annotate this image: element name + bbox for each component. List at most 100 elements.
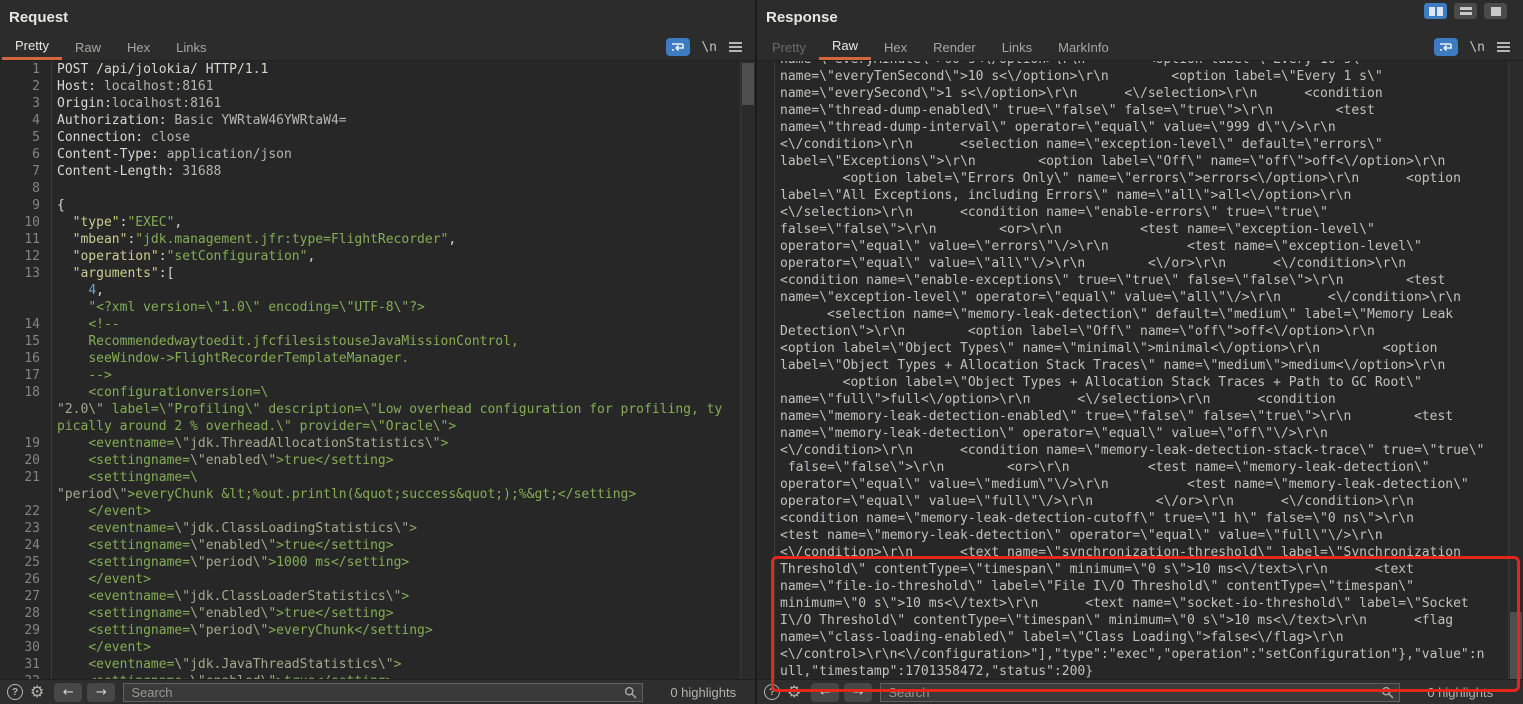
code-line: 26 </event>: [0, 571, 741, 588]
code-line: pically around 2 % overhead.\" provider=…: [0, 418, 741, 435]
code-line: 16 seeWindow->FlightRecorderTemplateMana…: [0, 350, 741, 367]
code-line: Threshold\" contentType=\"timespan\" min…: [757, 561, 1509, 578]
split-horizontal-icon: [1460, 7, 1472, 15]
code-line: name=\"everyMinute\">60 s<\/option>\r\n …: [757, 61, 1509, 68]
tab-pretty[interactable]: Pretty: [2, 34, 62, 60]
code-line: 15 Recommendedwaytoedit.jfcfilesistouseJ…: [0, 333, 741, 350]
code-line: 29 <settingname=\"period\">everyChunk</s…: [0, 622, 741, 639]
code-line: 19 <eventname=\"jdk.ThreadAllocationStat…: [0, 435, 741, 452]
newline-toggle[interactable]: \n: [1469, 40, 1485, 55]
code-line: 24 <settingname=\"enabled\">true</settin…: [0, 537, 741, 554]
menu-icon[interactable]: [1496, 41, 1511, 53]
response-scrollbar[interactable]: [1508, 61, 1523, 679]
code-line: 4Authorization: Basic YWRtaW46YWRtaW4=: [0, 112, 741, 129]
request-scrollbar[interactable]: [740, 61, 755, 679]
tab-render[interactable]: Render: [920, 34, 989, 60]
previous-match-button[interactable]: ←: [54, 683, 82, 702]
code-line: 4,: [0, 282, 741, 299]
code-line: <option label=\"Object Types\" name=\"mi…: [757, 340, 1509, 357]
code-line: 28 <settingname=\"enabled\">true</settin…: [0, 605, 741, 622]
code-line: name=\"file-io-threshold\" label=\"File …: [757, 578, 1509, 595]
code-line: 21 <settingname=\: [0, 469, 741, 486]
code-line: ull,"timestamp":1701358472,"status":200}: [757, 663, 1509, 679]
search-icon: [624, 686, 637, 699]
code-line: name=\"class-loading-enabled\" label=\"C…: [757, 629, 1509, 646]
response-search-bar: ? ⚙ ← → 0 highlights: [757, 679, 1523, 704]
request-title: Request: [9, 9, 68, 26]
newline-toggle[interactable]: \n: [701, 40, 717, 55]
search-field-wrap: [123, 683, 643, 702]
previous-match-button[interactable]: ←: [811, 683, 839, 702]
code-line: operator=\"equal\" value=\"errors\"\/>\r…: [757, 238, 1509, 255]
next-match-button[interactable]: →: [87, 683, 115, 702]
code-line: 27 <eventname=\"jdk.ClassLoaderStatistic…: [0, 588, 741, 605]
help-icon[interactable]: ?: [7, 684, 23, 700]
code-line: <\/condition>\r\n <selection name=\"exce…: [757, 136, 1509, 153]
code-line: 20 <settingname=\"enabled\">true</settin…: [0, 452, 741, 469]
tab-raw[interactable]: Raw: [819, 34, 871, 60]
code-line: 25 <settingname=\"period\">1000 ms</sett…: [0, 554, 741, 571]
highlights-count: 0 highlights: [1427, 685, 1493, 700]
highlights-count: 0 highlights: [670, 685, 736, 700]
menu-icon[interactable]: [728, 41, 743, 53]
code-line: 9{: [0, 197, 741, 214]
help-icon[interactable]: ?: [764, 684, 780, 700]
code-line: 1POST /api/jolokia/ HTTP/1.1: [0, 61, 741, 78]
request-tabbar: PrettyRawHexLinks \n: [0, 34, 755, 61]
code-line: 23 <eventname=\"jdk.ClassLoadingStatisti…: [0, 520, 741, 537]
code-line: 3Origin:localhost:8161: [0, 95, 741, 112]
wrap-lines-icon: [671, 41, 685, 53]
request-header: Request: [0, 0, 755, 34]
code-line: false=\"false\">\r\n <or>\r\n <test name…: [757, 459, 1509, 476]
wrap-lines-button[interactable]: [666, 38, 690, 56]
tab-links[interactable]: Links: [989, 34, 1045, 60]
code-line: name=\"thread-dump-interval\" operator=\…: [757, 119, 1509, 136]
code-line: operator=\"equal\" value=\"all\"\/>\r\n …: [757, 255, 1509, 272]
layout-split-vertical-button[interactable]: [1424, 3, 1447, 19]
code-line: 2Host: localhost:8161: [0, 78, 741, 95]
code-line: name=\"full\">full<\/option>\r\n <\/sele…: [757, 391, 1509, 408]
search-field-wrap: [880, 683, 1400, 702]
wrap-lines-button[interactable]: [1434, 38, 1458, 56]
tab-raw[interactable]: Raw: [62, 34, 114, 60]
code-line: <option label=\"Object Types + Allocatio…: [757, 374, 1509, 391]
gear-icon[interactable]: ⚙: [30, 684, 44, 700]
layout-buttons: [1424, 3, 1507, 19]
search-input[interactable]: [880, 683, 1400, 702]
code-line: <condition name=\"enable-exceptions\" tr…: [757, 272, 1509, 289]
code-line: label=\"Object Types + Allocation Stack …: [757, 357, 1509, 374]
layout-single-pane-button[interactable]: [1484, 3, 1507, 19]
code-line: 10 "type":"EXEC",: [0, 214, 741, 231]
split-vertical-icon: [1429, 7, 1435, 16]
code-line: 31 <eventname=\"jdk.JavaThreadStatistics…: [0, 656, 741, 673]
response-editor[interactable]: name=\"everyMinute\">60 s<\/option>\r\n …: [757, 61, 1523, 679]
next-match-button[interactable]: →: [844, 683, 872, 702]
code-line: operator=\"equal\" value=\"full\"\/>\r\n…: [757, 493, 1509, 510]
code-line: "2.0\" label=\"Profiling\" description=\…: [0, 401, 741, 418]
request-scrollbar-thumb[interactable]: [742, 63, 754, 105]
code-line: <\/condition>\r\n <condition name=\"memo…: [757, 442, 1509, 459]
code-line: 30 </event>: [0, 639, 741, 656]
code-line: I\/O Threshold\" contentType=\"timespan\…: [757, 612, 1509, 629]
tab-markinfo[interactable]: MarkInfo: [1045, 34, 1122, 60]
search-input[interactable]: [123, 683, 643, 702]
code-line: name=\"everyTenSecond\">10 s<\/option>\r…: [757, 68, 1509, 85]
code-line: 32 <settingname=\"enabled\">true</settin…: [0, 673, 741, 679]
single-pane-icon: [1491, 7, 1501, 16]
code-line: <test name=\"memory-leak-detection\" ope…: [757, 527, 1509, 544]
search-icon: [1381, 686, 1394, 699]
code-line: 11 "mbean":"jdk.management.jfr:type=Flig…: [0, 231, 741, 248]
tab-pretty[interactable]: Pretty: [759, 34, 819, 60]
code-line: label=\"Exceptions\">\r\n <option label=…: [757, 153, 1509, 170]
code-line: 22 </event>: [0, 503, 741, 520]
code-line: 14 <!--: [0, 316, 741, 333]
tab-hex[interactable]: Hex: [871, 34, 920, 60]
tab-links[interactable]: Links: [163, 34, 219, 60]
layout-split-horizontal-button[interactable]: [1454, 3, 1477, 19]
gear-icon[interactable]: ⚙: [787, 684, 801, 700]
code-line: minimum=\"0 s\">10 ms<\/text>\r\n <text …: [757, 595, 1509, 612]
request-editor[interactable]: 1POST /api/jolokia/ HTTP/1.12Host: local…: [0, 61, 755, 679]
response-scrollbar-thumb[interactable]: [1510, 612, 1522, 679]
code-line: false=\"false\">\r\n <or>\r\n <test name…: [757, 221, 1509, 238]
tab-hex[interactable]: Hex: [114, 34, 163, 60]
